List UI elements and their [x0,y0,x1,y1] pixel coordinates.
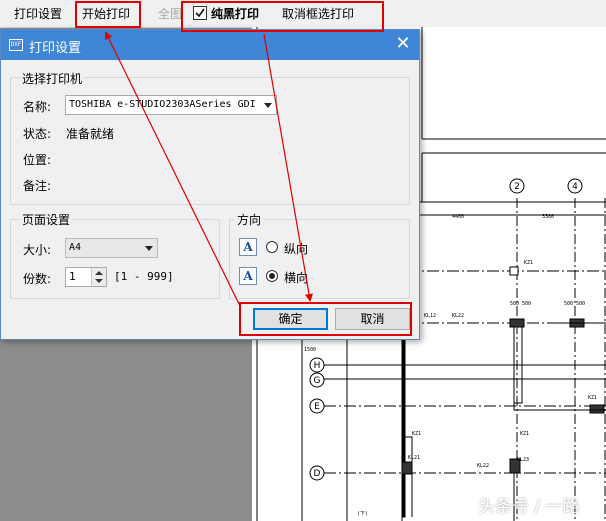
annotation-arrows [105,31,313,307]
watermark: 头条号 / 一路 [478,497,580,517]
annotation-arrow [263,33,313,302]
annotation-arrow [105,31,241,307]
